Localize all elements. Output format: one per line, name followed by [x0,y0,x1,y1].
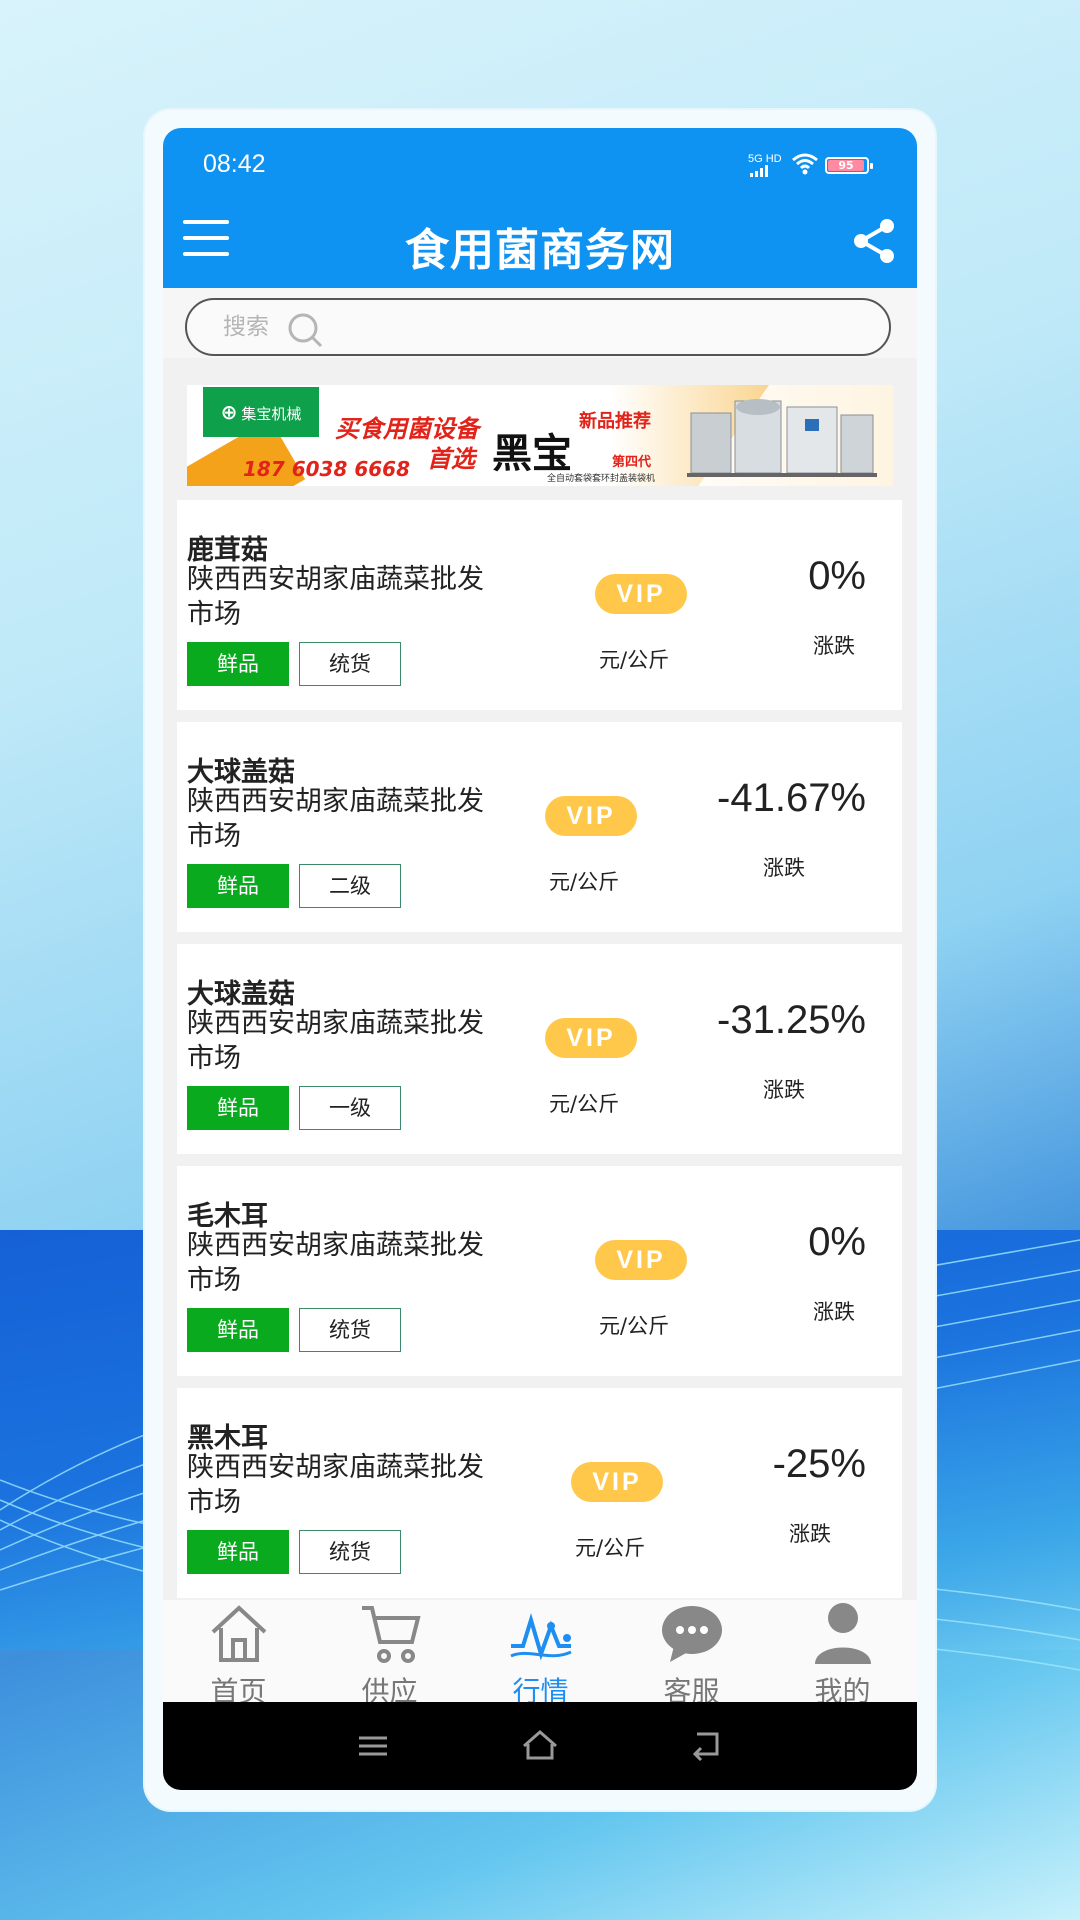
banner-desc: 全自动套袋套环封盖装袋机 [547,474,656,484]
machine-image [687,399,877,477]
price-change-label: 涨跌 [813,634,855,658]
vip-price-badge[interactable]: VIP [595,1240,687,1280]
status-time: 08:42 [203,150,266,178]
price-change: -25% [772,1442,866,1486]
grade-tag: 统货 [299,642,401,686]
ad-banner[interactable]: ⊕ 集宝机械 187 6038 6668 买食用菌设备 首选 黑宝 新品推荐 第四… [187,385,893,486]
price-change-label: 涨跌 [763,1078,805,1102]
system-nav-bar [163,1702,917,1790]
price-unit: 元/公斤 [575,1536,646,1560]
share-icon[interactable] [851,218,897,264]
price-unit: 元/公斤 [599,648,670,672]
search-icon[interactable] [287,312,325,350]
tab-supply[interactable]: 供应 [314,1600,465,1708]
price-change-label: 涨跌 [789,1522,831,1546]
back-icon[interactable] [687,1728,727,1764]
category-tag: 鲜品 [187,1086,289,1130]
battery-level: 95 [828,160,864,171]
market-name: 陕西西安胡家庙蔬菜批发市场 [187,1008,484,1074]
search-input[interactable] [223,310,289,344]
battery-icon: 95 [825,157,873,174]
home-icon [211,1605,267,1662]
market-list-item[interactable]: 鹿茸菇 陕西西安胡家庙蔬菜批发市场 鲜品 统货 VIP 元/公斤 0% 涨跌 [177,500,902,710]
market-list-item[interactable]: 大球盖菇 陕西西安胡家庙蔬菜批发市场 鲜品 二级 VIP 元/公斤 -41.67… [177,722,902,932]
banner-phone: 187 6038 6668 [243,457,411,481]
brand-logo: ⊕ 集宝机械 [203,387,319,437]
page-title: 食用菌商务网 [405,225,675,276]
vip-price-badge[interactable]: VIP [545,1018,637,1058]
price-unit: 元/公斤 [549,870,620,894]
signal-icon [750,165,768,177]
price-change: 0% [808,1220,866,1264]
network-indicator: 5G HD [748,154,782,180]
grade-tag: 统货 [299,1530,401,1574]
category-tag: 鲜品 [187,1308,289,1352]
vip-price-badge[interactable]: VIP [545,796,637,836]
market-trend-icon [510,1613,572,1661]
app-header: 08:42 5G HD 95 食用菌商务网 [163,128,917,288]
price-change-label: 涨跌 [813,1300,855,1324]
grade-tag: 统货 [299,1308,401,1352]
banner-new-tag: 新品推荐 [579,411,651,432]
vip-price-badge[interactable]: VIP [571,1462,663,1502]
grade-tag: 二级 [299,864,401,908]
price-unit: 元/公斤 [549,1092,620,1116]
app-screen: 08:42 5G HD 95 食用菌商务网 搜索 ⊕ 集宝机械 187 6038… [163,128,917,1790]
grade-tag: 一级 [299,1086,401,1130]
market-name: 陕西西安胡家庙蔬菜批发市场 [187,786,484,852]
category-tag: 鲜品 [187,642,289,686]
chat-icon [662,1606,722,1662]
tab-service[interactable]: 客服 [616,1600,767,1708]
user-icon [815,1603,871,1664]
banner-generation: 第四代 [612,455,652,470]
home-nav-icon[interactable] [520,1728,560,1764]
banner-slogan-line2: 首选 [427,445,475,473]
price-change: -31.25% [717,998,866,1042]
network-label: 5G HD [748,153,782,165]
price-change: -41.67% [717,776,866,820]
recent-apps-icon[interactable] [353,1728,393,1764]
category-tag: 鲜品 [187,1530,289,1574]
market-name: 陕西西安胡家庙蔬菜批发市场 [187,564,484,630]
bottom-tab-bar: 首页 供应 行情 客服 我的 [163,1600,917,1708]
price-change: 0% [808,554,866,598]
vip-price-badge[interactable]: VIP [595,574,687,614]
price-change-label: 涨跌 [763,856,805,880]
category-tag: 鲜品 [187,864,289,908]
tab-home[interactable]: 首页 [163,1600,314,1708]
search-field[interactable] [185,298,891,356]
market-list-item[interactable]: 大球盖菇 陕西西安胡家庙蔬菜批发市场 鲜品 一级 VIP 元/公斤 -31.25… [177,944,902,1154]
cart-icon [362,1606,421,1663]
market-name: 陕西西安胡家庙蔬菜批发市场 [187,1452,484,1518]
tab-market[interactable]: 行情 [465,1600,616,1708]
wifi-icon [792,153,818,175]
tab-profile[interactable]: 我的 [767,1600,917,1708]
price-unit: 元/公斤 [599,1314,670,1338]
market-list-item[interactable]: 毛木耳 陕西西安胡家庙蔬菜批发市场 鲜品 统货 VIP 元/公斤 0% 涨跌 [177,1166,902,1376]
market-list-item[interactable]: 黑木耳 陕西西安胡家庙蔬菜批发市场 鲜品 统货 VIP 元/公斤 -25% 涨跌 [177,1388,902,1598]
market-name: 陕西西安胡家庙蔬菜批发市场 [187,1230,484,1296]
